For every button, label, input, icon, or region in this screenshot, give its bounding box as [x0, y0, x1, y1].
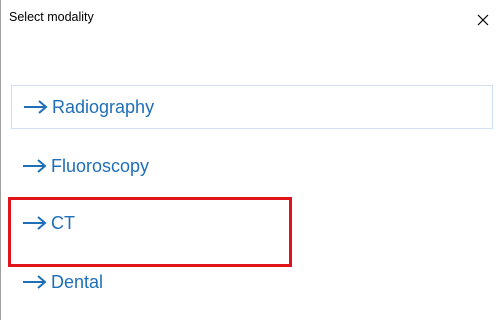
option-ct[interactable]: CT — [11, 201, 493, 245]
option-label: Dental — [51, 271, 104, 292]
arrow-right-icon — [21, 156, 51, 176]
option-label: Radiography — [52, 96, 155, 117]
dialog-title: Select modality — [9, 10, 94, 24]
title-bar: Select modality — [1, 0, 502, 40]
arrow-right-icon — [21, 213, 51, 233]
option-label: CT — [51, 212, 75, 233]
select-modality-dialog: Select modality Radiography Fluoroscopy … — [0, 0, 502, 320]
close-button[interactable] — [471, 8, 495, 32]
close-icon — [477, 14, 489, 26]
option-radiography[interactable]: Radiography — [11, 85, 493, 129]
option-label: Fluoroscopy — [51, 155, 150, 176]
arrow-right-icon — [22, 97, 52, 117]
arrow-right-icon — [21, 272, 51, 292]
option-fluoroscopy[interactable]: Fluoroscopy — [11, 144, 493, 188]
option-dental[interactable]: Dental — [11, 260, 493, 304]
